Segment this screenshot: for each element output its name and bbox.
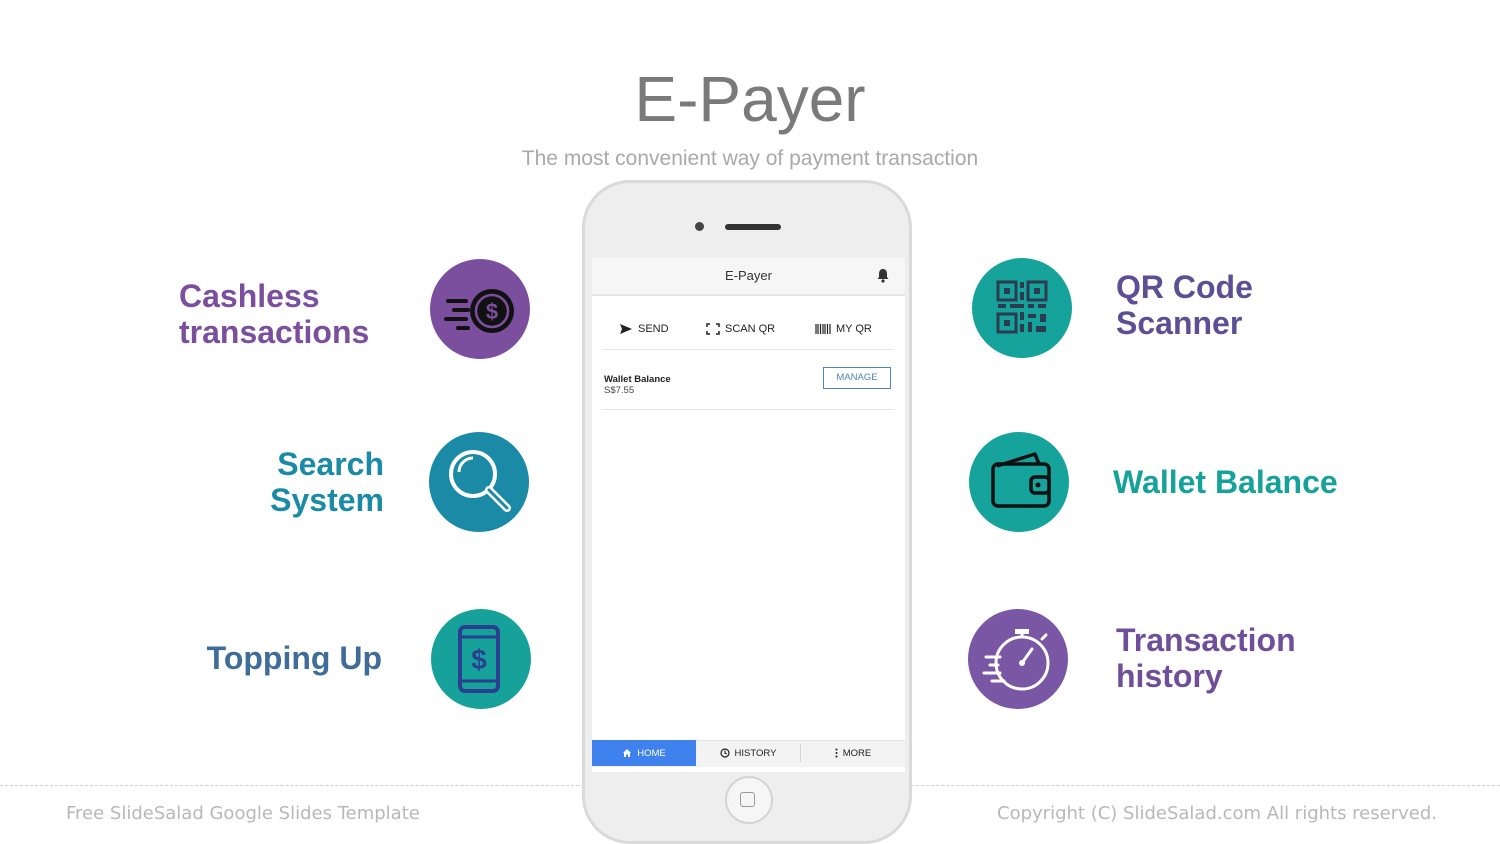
feature-qr-line1: QR Code: [1116, 269, 1253, 305]
tab-home-label: HOME: [637, 747, 666, 759]
fast-coin-icon: $: [430, 259, 530, 359]
clock-icon: [719, 748, 730, 758]
wallet-balance-label: Wallet Balance: [604, 374, 671, 385]
feature-cashless-line2: transactions: [179, 314, 370, 350]
phone-dollar-icon: $: [431, 609, 531, 709]
feature-search-line2: System: [270, 482, 384, 518]
wallet-balance-value: S$7.55: [604, 385, 635, 396]
feature-history-line1: Transaction: [1116, 622, 1296, 658]
my-qr-button[interactable]: MY QR: [815, 323, 872, 335]
app-title: E-Payer: [725, 268, 772, 283]
tab-more-label: MORE: [842, 747, 872, 759]
svg-text:$: $: [471, 644, 487, 675]
more-icon: [835, 748, 838, 758]
tab-history[interactable]: HISTORY: [696, 740, 800, 766]
actions-divider: [602, 349, 894, 350]
tab-home[interactable]: HOME: [592, 740, 696, 766]
stopwatch-icon: [968, 609, 1068, 709]
my-qr-label: MY QR: [836, 323, 872, 335]
feature-wallet-line1: Wallet Balance: [1113, 464, 1338, 500]
bell-icon[interactable]: [876, 268, 890, 288]
send-icon: [620, 324, 632, 334]
phone-camera: [695, 222, 704, 231]
tab-more[interactable]: MORE: [801, 740, 905, 766]
footer-right-text: Copyright (C) SlideSalad.com All rights …: [997, 803, 1437, 824]
feature-wallet-label: Wallet Balance: [1113, 464, 1338, 500]
feature-qr-label: QR Code Scanner: [1116, 269, 1253, 341]
feature-cashless-label: Cashless transactions: [179, 278, 369, 350]
scan-icon: [706, 323, 720, 335]
phone-screen: E-Payer SEND SCAN QR MY QR Wallet Balanc…: [592, 258, 905, 772]
feature-history-label: Transaction history: [1116, 622, 1296, 694]
page-subtitle: The most convenient way of payment trans…: [521, 147, 979, 170]
send-button[interactable]: SEND: [619, 323, 669, 335]
scan-qr-button[interactable]: SCAN QR: [706, 323, 775, 335]
phone-speaker: [725, 224, 781, 230]
qr-code-icon: [972, 258, 1072, 358]
barcode-icon: [815, 324, 831, 334]
wallet-icon: [969, 432, 1069, 532]
feature-search-label: Search System: [260, 446, 384, 518]
feature-search-line1: Search: [277, 446, 384, 482]
feature-topup-label: Topping Up: [180, 640, 382, 676]
scan-qr-label: SCAN QR: [725, 323, 776, 335]
page-title: E-Payer: [634, 63, 866, 135]
magnifier-icon: [429, 432, 529, 532]
tab-history-label: HISTORY: [734, 747, 777, 759]
feature-qr-line2: Scanner: [1116, 305, 1243, 341]
home-button-square-icon: [740, 792, 755, 807]
manage-button[interactable]: MANAGE: [823, 367, 891, 389]
svg-text:$: $: [486, 299, 498, 324]
feature-history-line2: history: [1116, 658, 1223, 694]
feature-topup-line1: Topping Up: [206, 640, 382, 676]
wallet-divider: [602, 409, 894, 410]
footer-left-text: Free SlideSalad Google Slides Template: [66, 803, 420, 824]
home-icon: [623, 749, 632, 757]
feature-cashless-line1: Cashless: [179, 278, 320, 314]
send-label: SEND: [638, 323, 669, 335]
